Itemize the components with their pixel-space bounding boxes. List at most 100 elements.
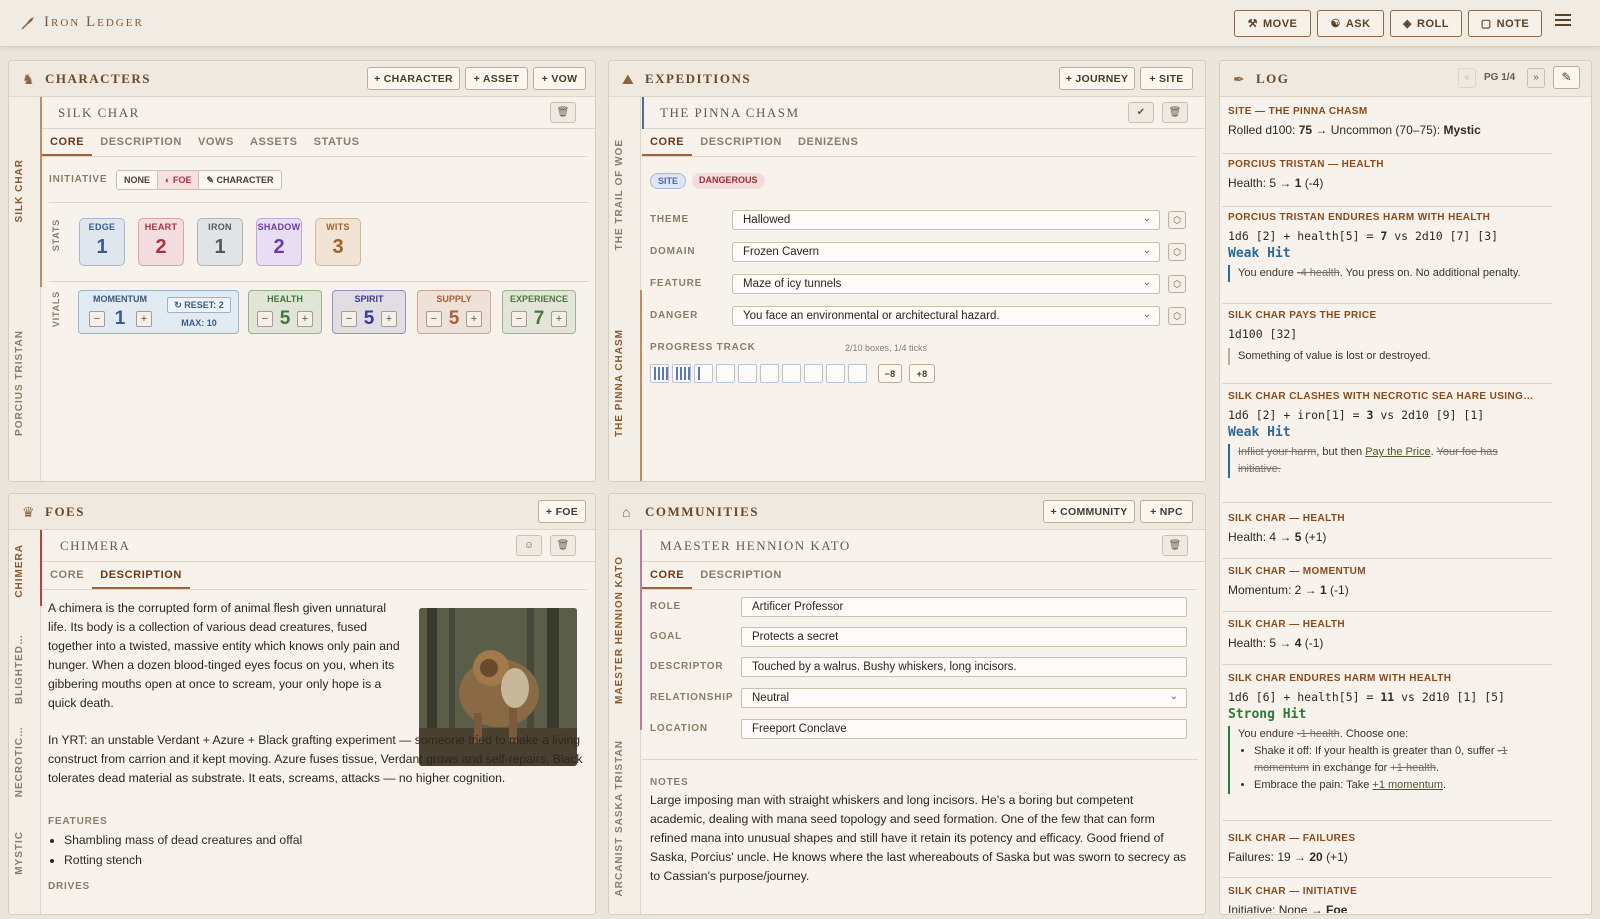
rail-tab-pinna-chasm[interactable]: THE PINNA CHASM xyxy=(614,329,625,437)
complete-button[interactable]: ✔ xyxy=(1128,102,1154,123)
ask-button[interactable]: ☯ ASK xyxy=(1317,10,1384,37)
tab-core[interactable]: CORE xyxy=(42,129,93,156)
progress-box[interactable] xyxy=(694,364,713,383)
oracle-roll-icon[interactable]: ⬡ xyxy=(1168,307,1186,325)
character-name: SILK CHAR xyxy=(58,105,140,120)
oracle-roll-icon[interactable]: ⬡ xyxy=(1168,211,1186,229)
progress-minus-button[interactable]: −8 xyxy=(878,364,902,383)
tab-core[interactable]: CORE xyxy=(42,562,92,589)
rail-tab-blighted[interactable]: BLIGHTED… xyxy=(14,634,25,704)
progress-box[interactable] xyxy=(650,364,669,383)
add-community-button[interactable]: + COMMUNITY xyxy=(1043,500,1135,523)
tab-description[interactable]: DESCRIPTION xyxy=(92,562,190,589)
delete-expedition-button[interactable]: 🗑 xyxy=(1162,102,1188,123)
progress-box[interactable] xyxy=(672,364,691,383)
foe-tabs: CORE DESCRIPTION xyxy=(42,562,587,590)
stat-edge[interactable]: EDGE 1 xyxy=(79,218,125,266)
initiative-foe[interactable]: ◐ FOE xyxy=(157,171,200,189)
initiative-none[interactable]: NONE xyxy=(117,171,158,189)
tab-denizens[interactable]: DENIZENS xyxy=(790,129,866,156)
rail-tab-maester-hennion-kato[interactable]: MAESTER HENNION KATO xyxy=(614,556,625,704)
character-rail: SILK CHAR PORCIUS TRISTAN xyxy=(9,97,42,481)
progress-box[interactable] xyxy=(716,364,735,383)
health-plus-button[interactable]: + xyxy=(297,311,313,327)
tab-assets[interactable]: ASSETS xyxy=(242,129,306,156)
delete-character-button[interactable]: 🗑 xyxy=(550,102,576,123)
stat-label: EDGE xyxy=(88,222,116,232)
stat-heart[interactable]: HEART 2 xyxy=(138,218,184,266)
divider xyxy=(49,281,589,282)
rail-tab-silk-char[interactable]: SILK CHAR xyxy=(14,159,25,222)
progress-box[interactable] xyxy=(760,364,779,383)
note-button[interactable]: ▢ NOTE xyxy=(1468,10,1542,37)
stat-wits[interactable]: WITS 3 xyxy=(315,218,361,266)
roll-button[interactable]: ◈ ROLL xyxy=(1390,10,1462,37)
spirit-plus-button[interactable]: + xyxy=(381,311,397,327)
experience-plus-button[interactable]: + xyxy=(551,311,567,327)
add-foe-button[interactable]: + FOE xyxy=(538,500,586,523)
tab-description[interactable]: DESCRIPTION xyxy=(692,129,790,156)
momentum-max: MAX: 10 xyxy=(181,318,217,328)
character-subheader: SILK CHAR 🗑 xyxy=(42,97,595,129)
rail-tab-trail-of-woe[interactable]: THE TRAIL OF WOE xyxy=(614,139,625,250)
supply-plus-button[interactable]: + xyxy=(466,311,482,327)
momentum-plus-button[interactable]: + xyxy=(136,311,152,327)
foe-person-button[interactable]: ☺ xyxy=(516,535,542,556)
progress-box[interactable] xyxy=(826,364,845,383)
theme-select[interactable]: Hallowed ⌄ xyxy=(732,210,1160,230)
communities-title: COMMUNITIES xyxy=(645,504,760,519)
feature-select[interactable]: Maze of icy tunnels ⌄ xyxy=(732,274,1160,294)
oracle-roll-icon[interactable]: ⬡ xyxy=(1168,275,1186,293)
momentum-reset-button[interactable]: ↻ RESET: 2 xyxy=(167,297,231,313)
add-npc-button[interactable]: + NPC xyxy=(1140,500,1193,523)
rail-tab-porcius-tristan[interactable]: PORCIUS TRISTAN xyxy=(14,330,25,436)
domain-select[interactable]: Frozen Cavern ⌄ xyxy=(732,242,1160,262)
relationship-field[interactable]: Neutral ⌄ xyxy=(741,688,1187,708)
tab-status[interactable]: STATUS xyxy=(306,129,368,156)
tab-description[interactable]: DESCRIPTION xyxy=(92,129,190,156)
log-edit-button[interactable]: ✎ xyxy=(1553,66,1580,89)
pay-the-price-link[interactable]: Pay the Price xyxy=(1365,446,1430,458)
add-vow-button[interactable]: + VOW xyxy=(533,67,586,90)
menu-icon[interactable] xyxy=(1555,14,1571,28)
goal-field[interactable]: Protects a secret xyxy=(741,627,1187,647)
progress-box[interactable] xyxy=(848,364,867,383)
rail-tab-mystic[interactable]: MYSTIC xyxy=(14,831,25,875)
foe-subheader: CHIMERA ☺ 🗑 xyxy=(42,530,595,562)
descriptor-field[interactable]: Touched by a walrus. Bushy whiskers, lon… xyxy=(741,657,1187,677)
role-field[interactable]: Artificer Professor xyxy=(741,597,1187,617)
rail-tab-arcanist-saska-tristan[interactable]: ARCANIST SASKA TRISTAN xyxy=(614,740,625,896)
progress-plus-button[interactable]: +8 xyxy=(909,364,935,383)
progress-box[interactable] xyxy=(782,364,801,383)
initiative-character[interactable]: ✎ CHARACTER xyxy=(199,171,281,189)
tab-core[interactable]: CORE xyxy=(642,129,693,156)
rail-tab-chimera[interactable]: CHIMERA xyxy=(14,544,25,598)
delete-npc-button[interactable]: 🗑 xyxy=(1162,535,1188,556)
log-entry-heading: SILK CHAR ENDURES HARM WITH HEALTH xyxy=(1228,673,1452,684)
next-page-button[interactable]: » xyxy=(1527,68,1545,88)
add-character-button[interactable]: + CHARACTER xyxy=(367,67,460,90)
field-value: Artificer Professor xyxy=(752,601,844,613)
stat-shadow[interactable]: SHADOW 2 xyxy=(256,218,302,266)
progress-box[interactable] xyxy=(804,364,823,383)
danger-select[interactable]: You face an environmental or architectur… xyxy=(732,306,1160,326)
add-journey-button[interactable]: + JOURNEY xyxy=(1059,67,1135,90)
location-field[interactable]: Freeport Conclave xyxy=(741,719,1187,739)
progress-box[interactable] xyxy=(738,364,757,383)
tab-vows[interactable]: VOWS xyxy=(190,129,242,156)
prev-page-button[interactable]: « xyxy=(1458,68,1476,88)
progress-tick xyxy=(676,367,678,380)
tab-core[interactable]: CORE xyxy=(642,562,693,589)
oracle-roll-icon[interactable]: ⬡ xyxy=(1168,243,1186,261)
tab-description[interactable]: DESCRIPTION xyxy=(692,562,790,589)
stat-iron[interactable]: IRON 1 xyxy=(197,218,243,266)
log-entry-text: Failures: 19 → 20 (+1) xyxy=(1228,850,1348,864)
add-asset-button[interactable]: + ASSET xyxy=(465,67,528,90)
momentum-link[interactable]: +1 momentum xyxy=(1372,779,1443,791)
rail-tab-necrotic[interactable]: NECROTIC… xyxy=(14,726,25,797)
add-site-button[interactable]: + SITE xyxy=(1140,67,1193,90)
delete-foe-button[interactable]: 🗑 xyxy=(550,535,576,556)
move-button[interactable]: ⚒ MOVE xyxy=(1234,10,1311,37)
log-entry-text: Health: 4 → 5 (+1) xyxy=(1228,530,1327,544)
npc-name: MAESTER HENNION KATO xyxy=(660,538,851,553)
